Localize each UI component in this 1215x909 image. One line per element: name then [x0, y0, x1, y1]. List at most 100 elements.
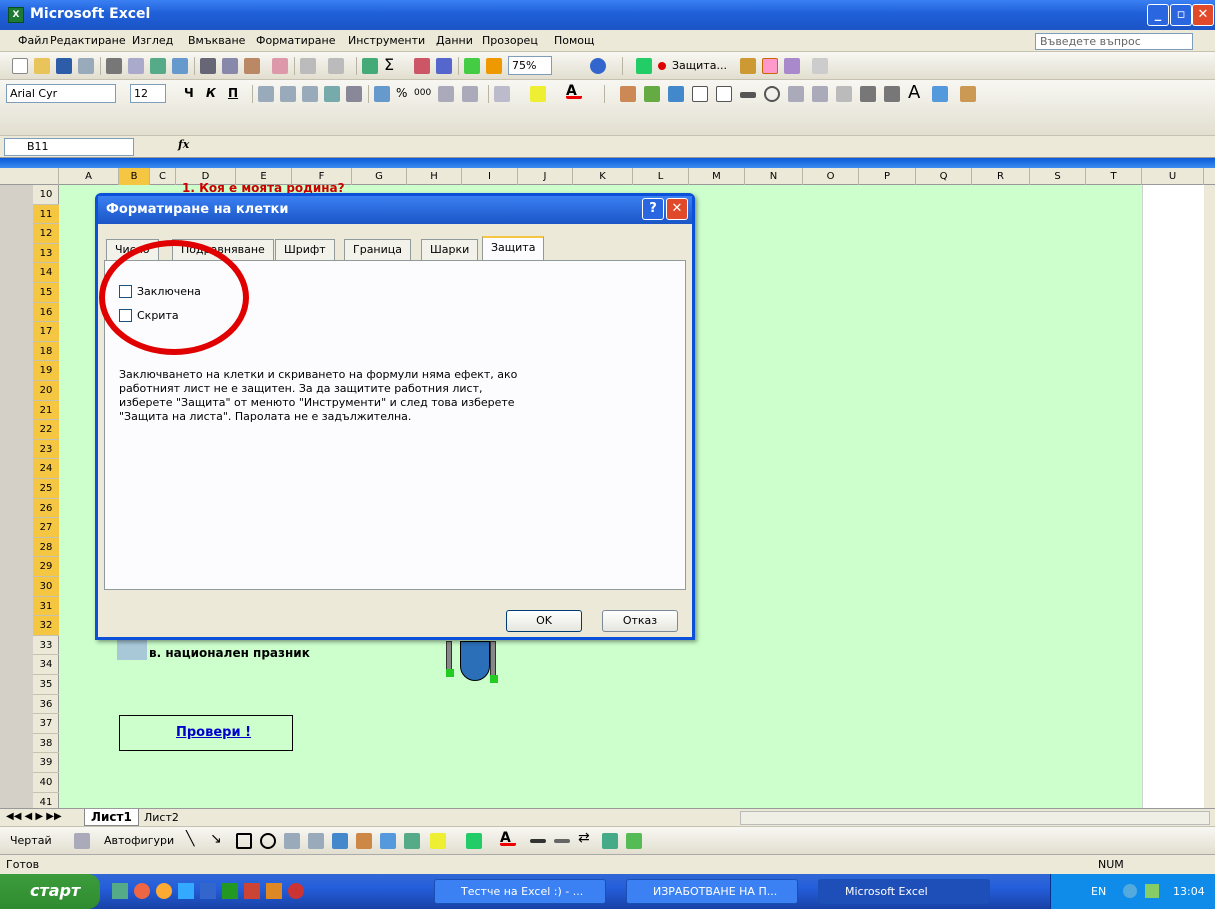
column-header[interactable]: B	[119, 168, 150, 185]
line-style-icon[interactable]	[530, 839, 546, 843]
format-painter-icon[interactable]	[272, 58, 288, 74]
horizontal-scrollbar[interactable]	[740, 811, 1210, 825]
design-mode-icon[interactable]	[784, 58, 800, 74]
row-header[interactable]: 35	[33, 675, 59, 695]
column-header[interactable]: J	[518, 168, 573, 185]
row-header[interactable]: 20	[33, 381, 59, 401]
save-icon[interactable]	[56, 58, 72, 74]
form-toggle-icon[interactable]	[884, 86, 900, 102]
row-header[interactable]: 16	[33, 302, 59, 323]
row-header[interactable]: 11	[33, 204, 59, 225]
menu-insert[interactable]: Вмъкване	[188, 34, 245, 47]
form-listbox-icon[interactable]	[788, 86, 804, 102]
insert-picture-icon[interactable]	[404, 833, 420, 849]
row-header[interactable]: 40	[33, 773, 59, 793]
tab-patterns[interactable]: Шарки	[421, 239, 479, 260]
column-header[interactable]: C	[150, 168, 176, 185]
sheet-tab-2[interactable]: Лист2	[138, 810, 185, 825]
row-header[interactable]: 30	[33, 577, 59, 597]
column-header[interactable]: Q	[916, 168, 972, 185]
row-header[interactable]: 33	[33, 636, 59, 656]
column-header[interactable]: K	[573, 168, 633, 185]
vbe-icon[interactable]	[812, 58, 828, 74]
menu-edit[interactable]: Редактиране	[50, 34, 126, 47]
row-header[interactable]: 39	[33, 753, 59, 773]
row-header[interactable]: 14	[33, 263, 59, 283]
oval-icon[interactable]	[260, 833, 276, 849]
autosum-icon[interactable]: Σ	[384, 55, 400, 74]
autoshapes-menu[interactable]: Автофигури	[104, 834, 174, 847]
hyperlink-icon[interactable]	[362, 58, 378, 74]
form-spinner-icon[interactable]	[860, 86, 876, 102]
row-header[interactable]: 19	[33, 361, 59, 381]
dash-style-icon[interactable]	[554, 839, 570, 843]
task-browser[interactable]: Тестче на Excel :) - ...	[434, 879, 606, 904]
arrow-style-icon[interactable]: ⇄	[578, 830, 594, 846]
shadow-icon[interactable]	[602, 833, 618, 849]
excel-icon[interactable]: X	[8, 7, 24, 23]
quicklaunch-icon[interactable]	[266, 883, 282, 899]
redo-icon[interactable]	[328, 58, 344, 74]
row-header[interactable]: 29	[33, 557, 59, 577]
column-header[interactable]: N	[745, 168, 803, 185]
maximize-button[interactable]: ▫	[1170, 4, 1192, 26]
insert-function-button[interactable]: fx	[178, 138, 189, 151]
cancel-button[interactable]: Отказ	[602, 610, 678, 632]
check-button[interactable]: Провери !	[119, 715, 293, 751]
textbox-icon[interactable]	[284, 833, 300, 849]
row-header[interactable]: 21	[33, 400, 59, 421]
tab-protection[interactable]: Защита	[482, 236, 545, 261]
protection-button[interactable]: Защита...	[672, 59, 727, 72]
row-header[interactable]: 34	[33, 655, 59, 675]
powerpoint-icon[interactable]	[244, 883, 260, 899]
paste-icon[interactable]	[244, 58, 260, 74]
row-header[interactable]: 23	[33, 439, 59, 460]
font-color-icon[interactable]: A	[566, 83, 582, 99]
menu-format[interactable]: Форматиране	[256, 34, 335, 47]
print-preview-icon[interactable]	[128, 58, 144, 74]
answer-box[interactable]	[117, 640, 147, 660]
row-header[interactable]: 26	[33, 498, 59, 519]
row-header[interactable]: 22	[33, 420, 59, 440]
increase-decimal-icon[interactable]	[438, 86, 454, 102]
decrease-decimal-icon[interactable]	[462, 86, 478, 102]
merge-center-icon[interactable]	[324, 86, 340, 102]
form-radio-icon[interactable]	[764, 86, 780, 102]
open-icon[interactable]	[34, 58, 50, 74]
ok-button[interactable]: OK	[506, 610, 582, 632]
form-groupbox-icon[interactable]	[644, 86, 660, 102]
task-document[interactable]: ИЗРАБОТВАНЕ НА П...	[626, 879, 798, 904]
form-combo-icon[interactable]	[812, 86, 828, 102]
close-window-button[interactable]: ✕	[1192, 4, 1214, 26]
language-indicator[interactable]: EN	[1091, 885, 1106, 898]
form-button-icon[interactable]	[668, 86, 684, 102]
line-icon[interactable]: ╲	[186, 831, 202, 847]
quicklaunch-icon[interactable]	[134, 883, 150, 899]
column-header[interactable]: S	[1030, 168, 1086, 185]
3d-icon[interactable]	[626, 833, 642, 849]
quicklaunch-icon[interactable]	[288, 883, 304, 899]
italic-icon[interactable]: К	[206, 86, 222, 102]
fill-color-icon[interactable]	[530, 86, 546, 102]
row-header[interactable]: 32	[33, 616, 59, 636]
diagram-icon[interactable]	[332, 833, 348, 849]
new-icon[interactable]	[12, 58, 28, 74]
row-header[interactable]: 18	[33, 341, 59, 362]
percent-icon[interactable]: %	[396, 86, 412, 102]
sheet-tab-1[interactable]: Лист1	[84, 809, 139, 826]
column-header[interactable]: R	[972, 168, 1030, 185]
underline-icon[interactable]: П	[228, 86, 244, 102]
rectangle-icon[interactable]	[236, 833, 252, 849]
start-button[interactable]: старт	[0, 874, 100, 909]
menu-data[interactable]: Данни	[436, 34, 473, 47]
dialog-close-button[interactable]: ✕	[666, 198, 688, 220]
row-header[interactable]: 10	[33, 185, 59, 205]
control-toolbox-icon[interactable]	[762, 58, 778, 74]
drawing-icon[interactable]	[486, 58, 502, 74]
wordart-icon[interactable]	[308, 833, 324, 849]
minimize-button[interactable]: _	[1147, 4, 1169, 26]
help-search-input[interactable]: Въведете въпрос	[1035, 33, 1193, 50]
permission-icon[interactable]	[78, 58, 94, 74]
row-header[interactable]: 36	[33, 695, 59, 715]
column-header[interactable]: P	[859, 168, 916, 185]
